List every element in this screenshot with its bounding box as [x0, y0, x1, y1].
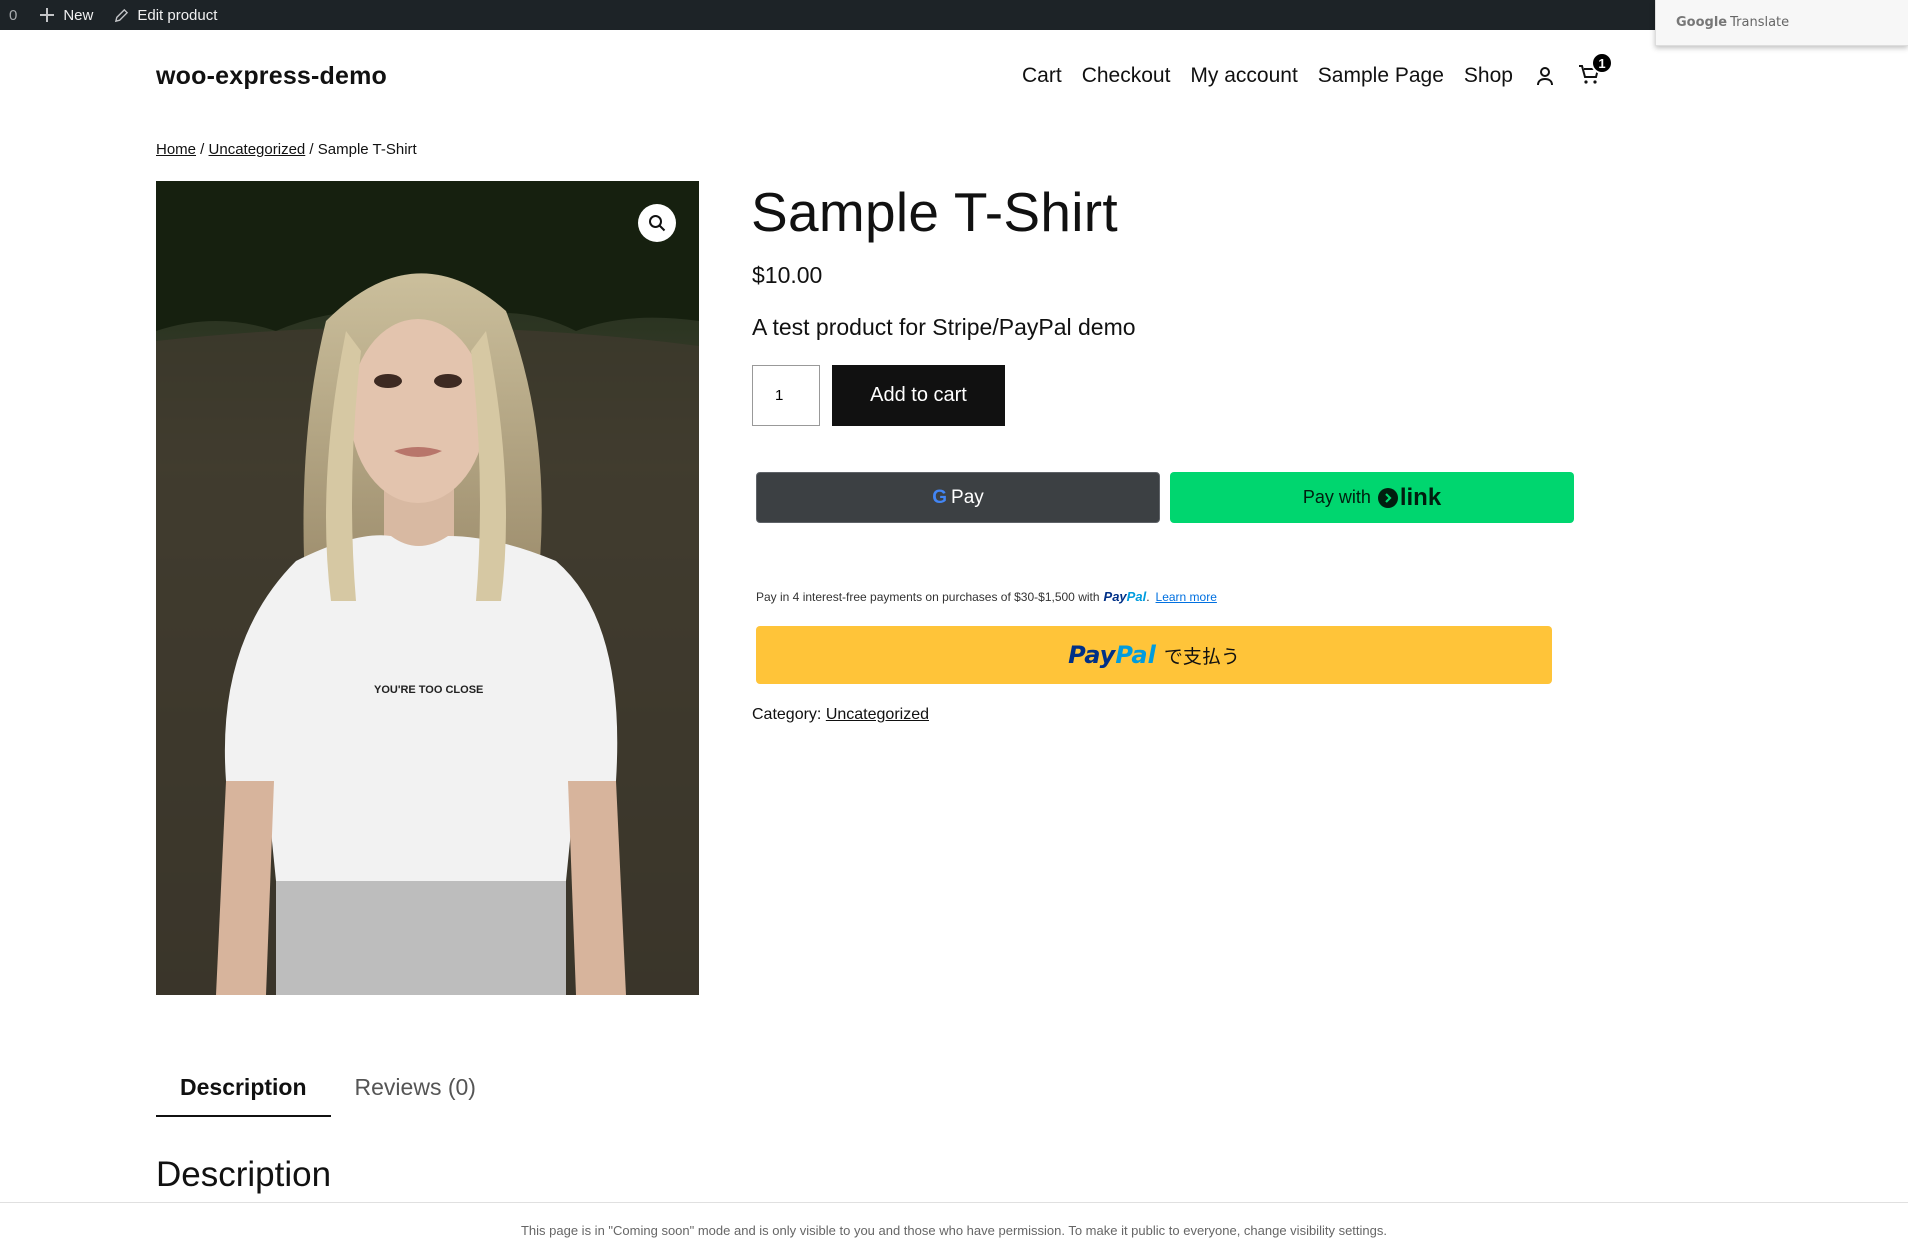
gpay-g-letter: G	[932, 486, 948, 508]
product-title: Sample T-Shirt	[751, 181, 1118, 243]
nav-sample-page[interactable]: Sample Page	[1318, 64, 1444, 88]
link-arrow-icon	[1377, 487, 1398, 508]
mini-cart-button[interactable]: 1	[1577, 52, 1613, 90]
paylater-text: Pay in 4 interest-free payments on purch…	[756, 589, 1100, 604]
paypal-button[interactable]: PayPal で支払う	[756, 626, 1552, 684]
tab-description[interactable]: Description	[156, 1060, 331, 1117]
magnifier-icon	[648, 214, 666, 232]
paypal-logo: PayPal	[1104, 589, 1147, 604]
paypal-button-logo-pal: Pal	[1115, 641, 1156, 669]
google-brand: Google	[1676, 15, 1728, 30]
admin-new-label: New	[63, 6, 94, 24]
add-to-cart-button[interactable]: Add to cart	[832, 365, 1005, 426]
gpay-label: Pay	[951, 486, 984, 508]
nav-shop[interactable]: Shop	[1464, 64, 1513, 88]
cart-count-badge: 1	[1590, 52, 1613, 74]
main-nav: Cart Checkout My account Sample Page Sho…	[1022, 52, 1613, 90]
google-translate-widget[interactable]: Google Translate	[1655, 0, 1908, 46]
paypal-button-logo: PayPal	[1068, 641, 1156, 669]
breadcrumb-separator: /	[196, 141, 209, 158]
google-pay-button[interactable]: G Pay	[756, 472, 1160, 523]
paypal-logo-pay: Pay	[1103, 589, 1127, 604]
zoom-button[interactable]	[638, 204, 676, 242]
site-title[interactable]: woo-express-demo	[156, 62, 387, 91]
google-g-icon: G	[932, 487, 947, 509]
admin-edit-label: Edit product	[137, 6, 218, 24]
paypal-button-text: で支払う	[1163, 645, 1240, 668]
breadcrumb: Home / Uncategorized / Sample T-Shirt	[156, 141, 417, 158]
paypal-paylater-message: Pay in 4 interest-free payments on purch…	[756, 589, 1217, 604]
breadcrumb-home[interactable]: Home	[156, 141, 196, 158]
product-short-description: A test product for Stripe/PayPal demo	[752, 314, 1136, 340]
link-wordmark: link	[1399, 483, 1442, 511]
plus-icon	[39, 7, 55, 23]
category-label: Category:	[752, 706, 822, 723]
admin-edit-product-button[interactable]: Edit product	[113, 7, 217, 24]
quantity-input[interactable]	[752, 365, 820, 426]
product-category: Category: Uncategorized	[752, 706, 929, 724]
pencil-icon	[113, 7, 129, 23]
comments-count[interactable]: 0	[9, 7, 17, 24]
link-prefix: Pay with	[1302, 487, 1371, 507]
learn-more-link[interactable]: Learn more	[1156, 590, 1217, 604]
breadcrumb-category[interactable]: Uncategorized	[209, 141, 306, 158]
product-price: $10.00	[752, 262, 823, 288]
product-photo: YOU'RE TOO CLOSE	[156, 181, 699, 995]
nav-checkout[interactable]: Checkout	[1082, 64, 1171, 88]
breadcrumb-separator: /	[305, 141, 318, 158]
product-image[interactable]: YOU'RE TOO CLOSE	[156, 181, 699, 995]
description-heading: Description	[156, 1155, 332, 1194]
translate-label: Translate	[1730, 15, 1790, 30]
nav-cart[interactable]: Cart	[1022, 64, 1062, 88]
shirt-print-text: YOU'RE TOO CLOSE	[374, 684, 483, 696]
paypal-button-logo-pay: Pay	[1068, 641, 1116, 669]
product-tabs: Description Reviews (0)	[156, 1060, 500, 1117]
admin-new-button[interactable]: New	[39, 7, 93, 24]
coming-soon-notice: This page is in "Coming soon" mode and i…	[0, 1202, 1908, 1242]
breadcrumb-current: Sample T-Shirt	[317, 141, 417, 158]
user-account-icon[interactable]	[1533, 64, 1557, 88]
category-link[interactable]: Uncategorized	[826, 706, 929, 723]
nav-my-account[interactable]: My account	[1190, 64, 1297, 88]
admin-bar: 0 New Edit product	[0, 0, 1908, 30]
paypal-logo-pal: Pal	[1126, 589, 1147, 604]
pay-with-link-button[interactable]: Pay with link	[1170, 472, 1574, 523]
tab-reviews[interactable]: Reviews (0)	[331, 1060, 500, 1117]
